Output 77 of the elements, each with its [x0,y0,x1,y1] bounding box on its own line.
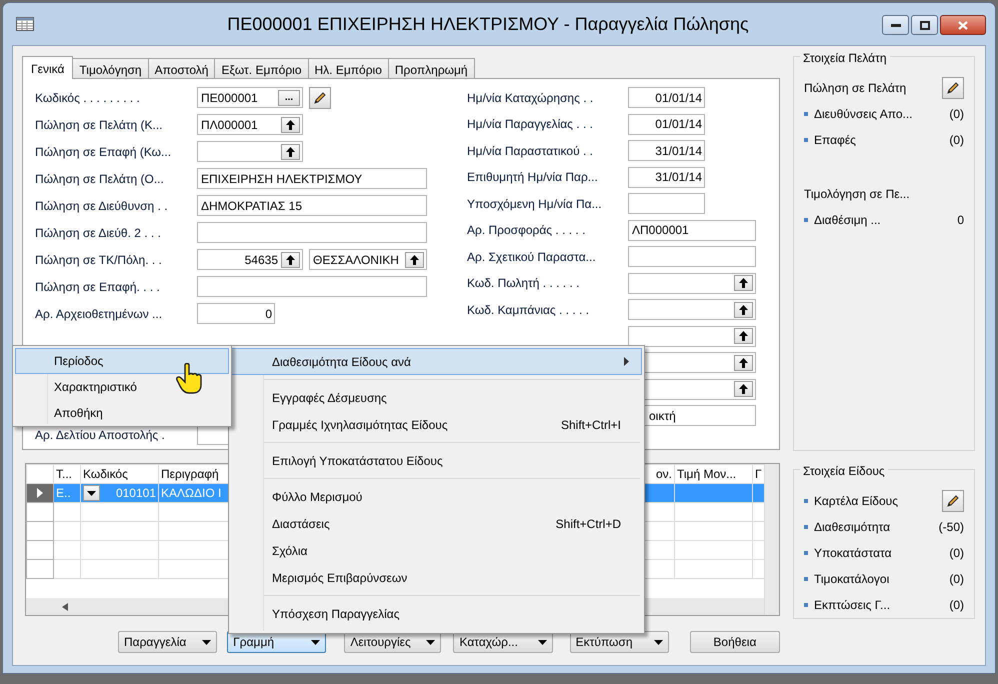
field-label: Πώληση σε Πελάτη (Ο... [35,170,165,188]
window-title: ΠΕ000001 ΕΠΙΧΕΙΡΗΣΗ ΗΛΕΚΤΡΙΣΜΟΥ - Παραγγελία Πώλησης [226,12,750,36]
menu-item[interactable]: Αποθήκη [15,400,229,426]
action-button[interactable]: Παραγγελία [118,631,218,653]
field-label: Πώληση σε Διεύθυνση . . [35,198,169,214]
column-header: Τ... [54,464,80,484]
field-label: Ημ/νία Καταχώρησης . . [467,90,594,106]
panel-heading: Τιμολόγηση σε Πε... [804,186,910,203]
field-label: Ημ/νία Παραγγελίας . . . [467,116,594,133]
panel-link[interactable]: Διευθύνσεις Απο... [814,105,912,123]
panel-link[interactable]: Επαφές [814,131,856,149]
column-header: Τιμή Μον... [674,464,752,484]
column-header: Γ [752,464,764,484]
tab[interactable]: Προπληρωμή [388,58,475,79]
menu-item[interactable]: Σχόλια [231,537,642,564]
field-label: Αρ. Αρχειοθετημένων ... [35,306,164,322]
field-label: Αρ. Σχετικού Παραστα... [467,248,597,266]
panel-link[interactable]: Καρτέλα Είδους [814,492,898,510]
count-label: (0) [949,132,964,149]
input-field[interactable]: ΛΠ000001 [628,220,756,240]
tab[interactable]: Αποστολή [148,58,216,79]
lookup-field[interactable]: ΠΛ000001 [197,114,303,135]
menu-item[interactable]: Φύλλο Μερισμού [231,483,642,510]
lookup-field[interactable]: 54635 [197,249,303,270]
input-field[interactable]: ΠΕ000001 ... [197,87,303,108]
menu-item[interactable]: Περίοδος [15,348,229,374]
field-label: Υποσχόμενη Ημ/νία Πα... [467,196,603,212]
field-label: Ημ/νία Παραστατικού . . [467,142,594,160]
input-field[interactable]: ΕΠΙΧΕΙΡΗΣΗ ΗΛΕΚΤΡΙΣΜΟΥ [197,168,427,189]
menu-item[interactable]: Μερισμός Επιβαρύνσεων [231,564,642,591]
field-label: Αρ. Δελτίου Αποστολής . [35,426,166,444]
table-cell-text: 010101 [116,485,156,502]
count-label: 0 [957,212,964,229]
menu-item[interactable]: Διαστάσεις Shift+Ctrl+D [231,510,642,537]
input-field[interactable]: 31/01/14 [628,166,705,188]
field-label: Κωδ. Πωλητή . . . . . . [467,275,580,292]
column-header: Περιγραφή [158,464,228,484]
menu-item[interactable]: Υπόσχεση Παραγγελίας [231,600,642,627]
field-label: Κωδικός . . . . . . . . . [35,90,141,106]
tab[interactable]: Εξωτ. Εμπόριο [214,58,308,79]
panel-link[interactable]: Εκπτώσεις Γ... [814,596,890,614]
menu-item[interactable]: Διαθεσιμότητα Είδους ανά [231,348,642,375]
field-label: Πώληση σε ΤΚ/Πόλη. . . [35,252,163,268]
field-label: Κωδ. Καμπάνιας . . . . . [467,302,590,318]
action-button[interactable]: Βοήθεια [690,631,780,653]
menu-item[interactable]: Επιλογή Υποκατάστατου Είδους [231,447,642,474]
column-header: Κωδικός [80,464,158,484]
action-button[interactable]: Εκτύπωση [570,631,669,653]
field-label: Επιθυμητή Ημ/νία Παρ... [467,169,599,186]
panel-link[interactable]: Τιμοκατάλογοι [814,570,890,588]
table-cell: Ε.. [54,484,80,502]
count-label: (0) [949,571,964,588]
lookup-field[interactable]: ΘΕΣΣΑΛΟΝΙΚΗ [309,249,427,270]
field-label: Πώληση σε Επαφή (Κω... [35,144,172,160]
tab[interactable]: Ηλ. Εμπόριο [308,58,389,79]
tab[interactable]: Τιμολόγηση [72,58,149,79]
count-label: (0) [949,106,964,123]
field-label: Πώληση σε Επαφή. . . . [35,278,161,296]
field-label: Πώληση σε Διεύθ. 2 . . . [35,224,162,242]
input-field[interactable]: ΔΗΜΟΚΡΑΤΙΑΣ 15 [197,195,427,216]
table-cell: ΚΑΛΩΔΙΟ Ι [158,484,228,502]
field-label: Αρ. Προσφοράς . . . . . [467,222,586,239]
panel-link[interactable]: Διαθεσιμότητα [814,518,890,536]
panel-heading: Πώληση σε Πελάτη [804,80,906,97]
count-label: (0) [949,597,964,614]
input-field[interactable]: 01/01/14 [628,87,705,108]
field-label: Πώληση σε Πελάτη (Κ... [35,116,164,134]
input-field[interactable]: 0 [197,303,275,324]
panel-link[interactable]: Υποκατάστατα [814,544,892,562]
panel-link[interactable]: Διαθέσιμη ... [814,211,881,229]
count-label: (-50) [938,519,964,536]
input-field[interactable]: 31/01/14 [628,140,705,161]
tab[interactable]: Γενικά [22,56,74,79]
count-label: (0) [949,545,964,562]
input-field[interactable]: 01/01/14 [628,114,705,134]
assist-button[interactable]: ... [278,90,300,106]
menu-item[interactable]: Χαρακτηριστικό [15,374,229,400]
